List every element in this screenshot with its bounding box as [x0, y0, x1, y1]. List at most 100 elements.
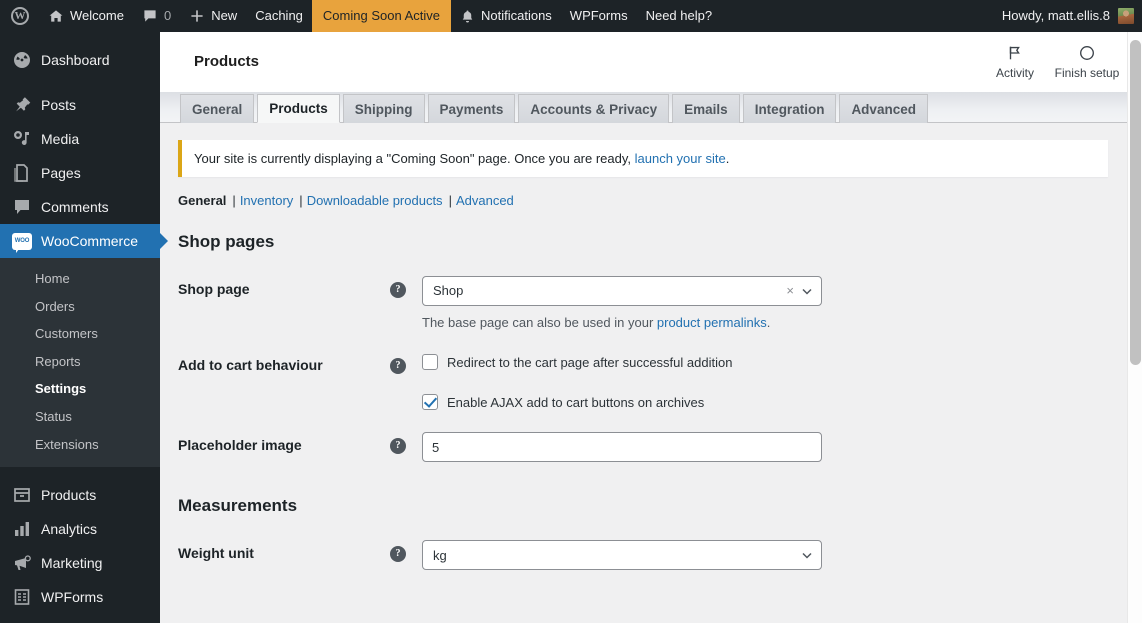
adminbar-account-menu[interactable]: Howdy, matt.ellis.8	[993, 0, 1142, 32]
sidebar-item-comments[interactable]: Comments	[0, 190, 160, 224]
adminbar-item-caching[interactable]: Caching	[246, 0, 312, 32]
clear-icon[interactable]: ×	[786, 283, 801, 298]
question-mark-icon[interactable]: ?	[390, 358, 406, 374]
adminbar-item-notifications[interactable]: Notifications	[451, 0, 561, 32]
launch-your-site-link[interactable]: launch your site	[635, 151, 726, 166]
shop-page-field: ? Shop × The base page can also be used …	[390, 276, 1132, 333]
adminbar-item-wpforms[interactable]: WPForms	[561, 0, 637, 32]
chevron-down-icon	[801, 549, 813, 561]
weight-unit-label: Weight unit	[178, 530, 390, 580]
checkbox-row-enable-ajax[interactable]: Enable AJAX add to cart buttons on archi…	[422, 392, 732, 412]
adminbar-label-notifications: Notifications	[481, 0, 552, 32]
placeholder-image-input[interactable]: 5	[422, 432, 822, 462]
scrollbar-thumb[interactable]	[1130, 40, 1141, 365]
activity-label: Activity	[996, 66, 1034, 80]
tab-payments[interactable]: Payments	[428, 94, 516, 123]
adminbar-item-comments[interactable]: 0	[133, 0, 180, 32]
sidebar-item-home[interactable]: Home	[0, 265, 160, 293]
page-scrollbar[interactable]	[1127, 32, 1142, 623]
adminbar-label-wpforms: WPForms	[570, 0, 628, 32]
tab-accounts-privacy[interactable]: Accounts & Privacy	[518, 94, 669, 123]
weight-unit-field: ? kg	[390, 540, 1132, 570]
sidebar-label-dashboard: Dashboard	[41, 53, 110, 67]
tab-general[interactable]: General	[180, 94, 254, 123]
redirect-to-cart-checkbox[interactable]	[422, 354, 438, 370]
form-row-placeholder-image: Placeholder image ? 5	[178, 422, 1142, 472]
tab-emails[interactable]: Emails	[672, 94, 740, 123]
form-row-shop-page: Shop page ? Shop × The base page can als…	[178, 266, 1142, 343]
weight-unit-value: kg	[433, 548, 801, 563]
question-mark-icon[interactable]: ?	[390, 546, 406, 562]
sidebar-item-marketing[interactable]: Marketing	[0, 546, 160, 580]
sidebar-item-settings[interactable]: Settings	[0, 375, 160, 403]
question-mark-icon[interactable]: ?	[390, 438, 406, 454]
sidebar-label-analytics: Analytics	[41, 522, 97, 536]
adminbar-item-welcome[interactable]: Welcome	[39, 0, 133, 32]
pin-icon	[12, 95, 32, 115]
sidebar-label-products: Products	[41, 488, 96, 502]
finish-setup-button[interactable]: Finish setup	[1054, 44, 1126, 80]
subnav-item-general[interactable]: General	[178, 193, 226, 208]
shop-page-desc-before: The base page can also be used in your	[422, 315, 657, 330]
flag-icon	[1006, 44, 1024, 62]
enable-ajax-checkbox[interactable]	[422, 394, 438, 410]
sidebar-item-customers[interactable]: Customers	[0, 320, 160, 348]
sidebar-item-posts[interactable]: Posts	[0, 88, 160, 122]
adminbar-label-need-help: Need help?	[646, 0, 713, 32]
subnav-item-downloadable-products[interactable]: Downloadable products	[307, 193, 443, 208]
shop-pages-form-table: Shop page ? Shop × The base page can als…	[178, 266, 1142, 473]
tab-advanced[interactable]: Advanced	[839, 94, 928, 123]
pages-icon	[12, 163, 32, 183]
media-icon	[12, 129, 32, 149]
tab-shipping[interactable]: Shipping	[343, 94, 425, 123]
adminbar-item-coming-soon-active[interactable]: Coming Soon Active	[312, 0, 451, 32]
tab-integration[interactable]: Integration	[743, 94, 837, 123]
subnav-separator-1: |	[226, 193, 239, 208]
subnav-item-advanced[interactable]: Advanced	[456, 193, 514, 208]
checkbox-row-redirect-to-cart[interactable]: Redirect to the cart page after successf…	[422, 352, 732, 372]
wordpress-logo-button[interactable]	[0, 0, 39, 32]
coming-soon-notice: Your site is currently displaying a "Com…	[178, 140, 1108, 177]
adminbar-label-new: New	[211, 0, 237, 32]
shop-page-select[interactable]: Shop ×	[422, 276, 822, 306]
subnav-separator-2: |	[293, 193, 306, 208]
question-mark-icon[interactable]: ?	[390, 282, 406, 298]
bell-icon	[460, 9, 475, 24]
comments-icon	[12, 197, 32, 217]
sidebar-item-orders[interactable]: Orders	[0, 293, 160, 321]
sidebar-item-media[interactable]: Media	[0, 122, 160, 156]
adminbar-howdy-label: Howdy, matt.ellis.8	[1002, 0, 1110, 32]
weight-unit-select[interactable]: kg	[422, 540, 822, 570]
tab-products[interactable]: Products	[257, 94, 340, 123]
plus-icon	[189, 8, 205, 24]
product-permalinks-link[interactable]: product permalinks	[657, 315, 767, 330]
sidebar-label-media: Media	[41, 132, 79, 146]
sidebar-label-wpforms: WPForms	[41, 590, 103, 604]
activity-button[interactable]: Activity	[982, 44, 1054, 80]
adminbar-item-need-help[interactable]: Need help?	[637, 0, 722, 32]
sidebar-item-dashboard[interactable]: Dashboard	[0, 43, 160, 77]
adminbar-label-coming-soon: Coming Soon Active	[323, 0, 440, 32]
section-subnav: General | Inventory | Downloadable produ…	[178, 193, 1142, 208]
subnav-item-inventory[interactable]: Inventory	[240, 193, 293, 208]
page-title: Products	[194, 53, 259, 70]
sidebar-label-marketing: Marketing	[41, 556, 102, 570]
content-area: Products Activity Finish setup General P…	[160, 32, 1142, 623]
adminbar-label-welcome: Welcome	[70, 0, 124, 32]
sidebar-item-status[interactable]: Status	[0, 403, 160, 431]
shop-page-value: Shop	[433, 283, 786, 298]
form-row-add-to-cart-behaviour: Add to cart behaviour ? Redirect to the …	[178, 342, 1142, 422]
sidebar-item-woocommerce[interactable]: WOO WooCommerce	[0, 224, 160, 258]
sidebar-item-products[interactable]: Products	[0, 478, 160, 512]
woocommerce-badge-text: WOO	[15, 238, 29, 244]
sidebar-item-reports[interactable]: Reports	[0, 348, 160, 376]
woocommerce-icon: WOO	[12, 233, 32, 250]
sidebar-item-analytics[interactable]: Analytics	[0, 512, 160, 546]
sidebar-item-extensions[interactable]: Extensions	[0, 431, 160, 459]
avatar	[1118, 8, 1134, 24]
sidebar-submenu-woocommerce: Home Orders Customers Reports Settings S…	[0, 258, 160, 467]
sidebar-item-wpforms[interactable]: WPForms	[0, 580, 160, 614]
shop-pages-heading: Shop pages	[178, 230, 1142, 254]
adminbar-item-new[interactable]: New	[180, 0, 246, 32]
sidebar-item-pages[interactable]: Pages	[0, 156, 160, 190]
